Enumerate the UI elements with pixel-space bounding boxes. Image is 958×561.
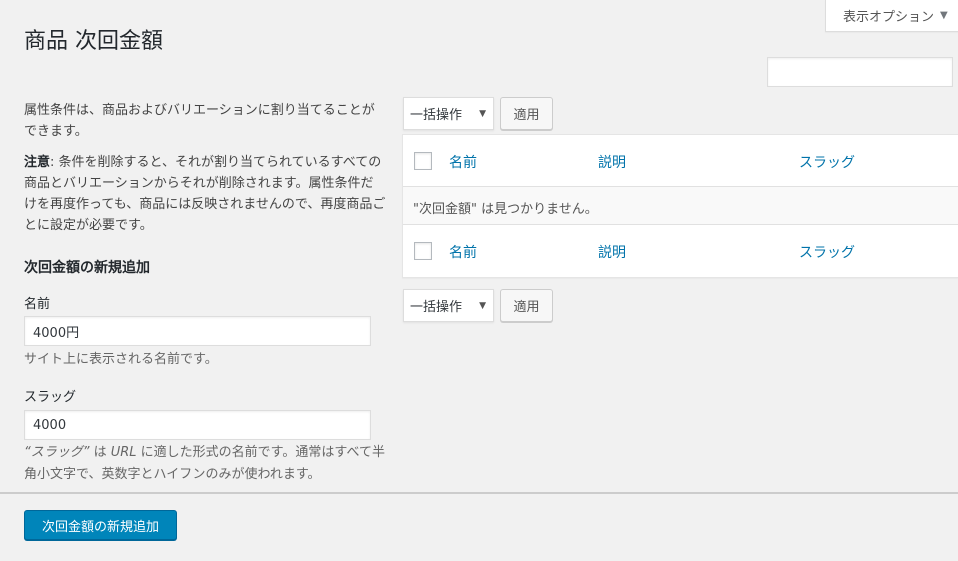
apply-button-top[interactable]: 適用 [500, 97, 553, 130]
slug-input[interactable] [24, 410, 371, 440]
page-title: 商品 次回金額 [24, 29, 163, 54]
screen-options-button[interactable]: 表示オプション ▼ [825, 0, 958, 32]
caret-down-icon: ▼ [479, 300, 486, 311]
table-header-row: 名前 説明 スラッグ [403, 135, 958, 187]
bulk-action-value-top: 一括操作 [410, 108, 463, 123]
name-input[interactable] [24, 316, 371, 346]
select-all-checkbox-top[interactable] [414, 152, 432, 170]
description: 属性条件は、商品およびバリエーションに割り当てることができます。 注意: 条件を… [24, 100, 386, 246]
divider [0, 492, 958, 494]
slug-help-quote: “スラッグ” [24, 445, 90, 460]
slug-help: “スラッグ” は URL に適した形式の名前です。通常はすべて半角小文字で、英数… [24, 442, 394, 486]
add-new-title: 次回金額の新規追加 [24, 260, 150, 276]
slug-label: スラッグ [24, 390, 77, 405]
bulk-action-value-bottom: 一括操作 [410, 300, 463, 315]
caret-down-icon: ▼ [940, 10, 948, 21]
column-description-footer[interactable]: 説明 [598, 242, 626, 262]
column-slug-footer[interactable]: スラッグ [799, 242, 855, 262]
column-name-header[interactable]: 名前 [449, 152, 477, 172]
column-description-header[interactable]: 説明 [598, 152, 626, 172]
name-help: サイト上に表示される名前です。 [24, 352, 218, 367]
bulk-action-select-bottom[interactable]: 一括操作 ▼ [403, 289, 494, 322]
note-text: : 条件を削除すると、それが割り当てられているすべての商品とバリエーションからそ… [24, 155, 386, 233]
table-row: "次回金額" は見つかりません。 [403, 187, 958, 225]
apply-button-bottom[interactable]: 適用 [500, 289, 553, 322]
column-slug-header[interactable]: スラッグ [799, 152, 855, 172]
slug-help-is: は [89, 445, 111, 460]
slug-help-url: URL [110, 445, 137, 460]
add-new-button[interactable]: 次回金額の新規追加 [24, 510, 177, 540]
caret-down-icon: ▼ [479, 108, 486, 119]
no-items-message: "次回金額" は見つかりません。 [413, 202, 598, 217]
select-all-checkbox-bottom[interactable] [414, 242, 432, 260]
column-name-footer[interactable]: 名前 [449, 242, 477, 262]
description-intro: 属性条件は、商品およびバリエーションに割り当てることができます。 [24, 103, 375, 139]
screen-options-label: 表示オプション [843, 10, 935, 25]
name-label: 名前 [24, 297, 51, 312]
terms-table: 名前 説明 スラッグ "次回金額" は見つかりません。 名前 説明 スラッグ [402, 134, 958, 278]
note-label: 注意 [24, 155, 51, 170]
table-footer-row: 名前 説明 スラッグ [403, 225, 958, 278]
search-input[interactable] [767, 57, 953, 87]
description-note: 注意: 条件を削除すると、それが割り当てられているすべての商品とバリエーションか… [24, 152, 386, 236]
bulk-action-select-top[interactable]: 一括操作 ▼ [403, 97, 494, 130]
